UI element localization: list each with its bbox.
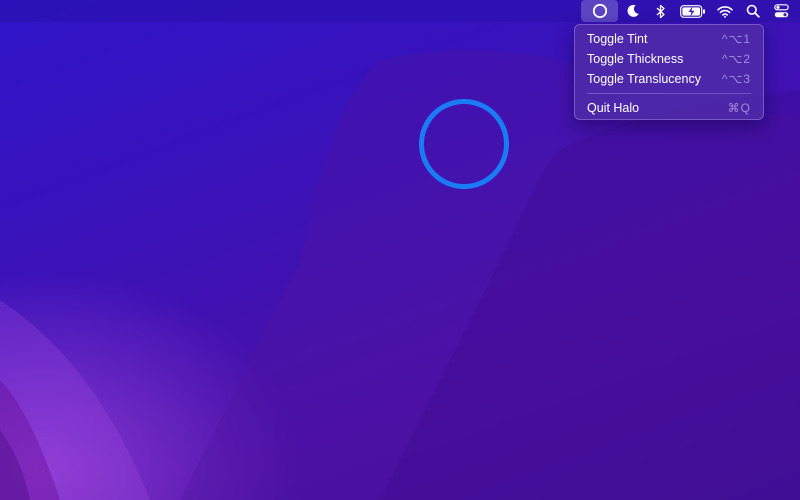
menu-item-quit-halo[interactable]: Quit Halo ⌘Q (580, 98, 758, 118)
halo-ring (419, 99, 509, 189)
menu-item-toggle-thickness[interactable]: Toggle Thickness ^⌥2 (580, 49, 758, 69)
menu-separator (587, 93, 751, 94)
menu-item-label: Quit Halo (587, 101, 640, 115)
menu-item-label: Toggle Thickness (587, 52, 684, 66)
menu-item-shortcut: ⌘Q (727, 101, 751, 115)
halo-circle-icon (592, 3, 607, 19)
battery-charging-icon (680, 4, 705, 18)
bluetooth-menu-extra[interactable] (648, 0, 674, 22)
menu-item-shortcut: ^⌥1 (721, 32, 751, 46)
search-icon (746, 4, 760, 18)
spotlight-menu-extra[interactable] (740, 0, 766, 22)
menu-item-label: Toggle Translucency (587, 72, 701, 86)
menu-item-toggle-translucency[interactable]: Toggle Translucency ^⌥3 (580, 69, 758, 89)
halo-dropdown-menu: Toggle Tint ^⌥1 Toggle Thickness ^⌥2 Tog… (574, 24, 764, 120)
menu-bar (0, 0, 800, 22)
menu-item-shortcut: ^⌥2 (721, 52, 751, 66)
focus-menu-extra[interactable] (620, 0, 646, 22)
menu-item-shortcut: ^⌥3 (721, 72, 751, 86)
wifi-menu-extra[interactable] (712, 0, 738, 22)
desktop: Toggle Tint ^⌥1 Toggle Thickness ^⌥2 Tog… (0, 0, 800, 500)
bluetooth-icon (656, 4, 665, 18)
moon-icon (627, 4, 639, 17)
menu-bar-status-items (579, 0, 794, 22)
control-center-icon (773, 4, 789, 18)
battery-menu-extra[interactable] (676, 0, 710, 22)
wifi-icon (717, 5, 733, 18)
menu-item-label: Toggle Tint (587, 32, 648, 46)
halo-menu-extra[interactable] (581, 0, 618, 22)
control-center-menu-extra[interactable] (768, 0, 794, 22)
menu-item-toggle-tint[interactable]: Toggle Tint ^⌥1 (580, 29, 758, 49)
